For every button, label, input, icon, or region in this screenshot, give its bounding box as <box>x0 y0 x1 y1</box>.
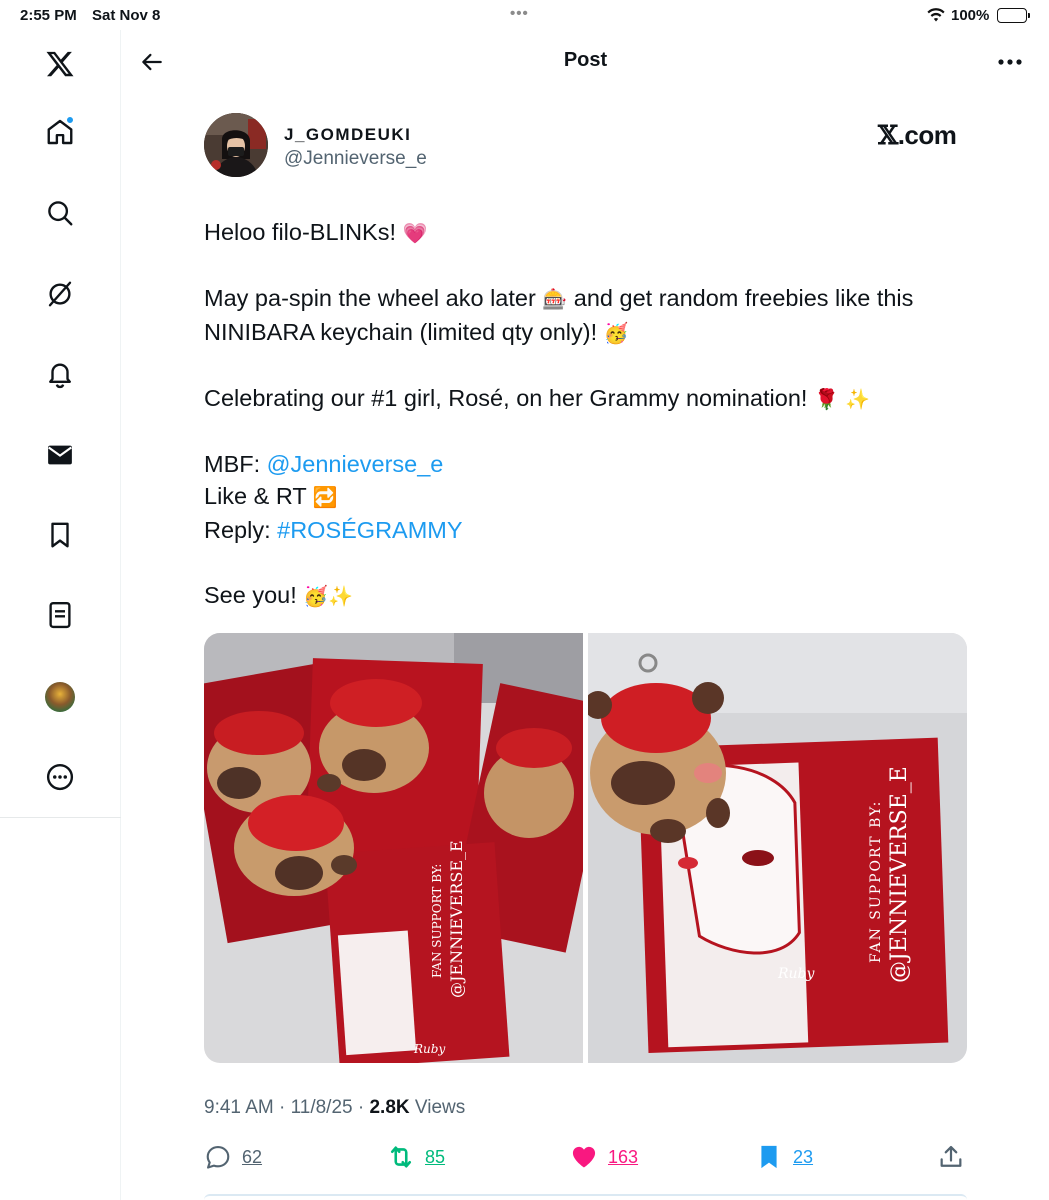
more-horizontal-icon <box>998 59 1022 65</box>
sparkles-emoji-icon: ✨ <box>845 386 871 411</box>
battery-icon <box>997 8 1030 23</box>
author-name[interactable]: J_GOMDEUKI <box>284 125 411 145</box>
card-handle-text: @JENNIEVERSE_E <box>887 766 912 983</box>
repost-button[interactable]: 85 <box>387 1140 445 1174</box>
status-date: Sat Nov 8 <box>92 7 161 24</box>
card-text: FAN SUPPORT BY: <box>868 800 884 963</box>
grok-icon[interactable] <box>40 274 80 314</box>
author-handle[interactable]: @Jennieverse_e <box>284 148 427 170</box>
reply-button[interactable]: 62 <box>204 1140 262 1174</box>
like-rt-text: Like & RT <box>204 483 313 509</box>
text-line: See you! <box>204 581 304 608</box>
notification-dot <box>66 116 74 124</box>
mention-link[interactable]: @Jennieverse_e <box>267 451 444 477</box>
text-line: Celebrating our #1 girl, Rosé, on her Gr… <box>204 384 814 411</box>
multitasking-dots-icon[interactable]: ••• <box>510 5 529 22</box>
views-label: Views <box>409 1097 466 1118</box>
source-label: 𝕏.com <box>878 120 957 151</box>
like-count: 163 <box>608 1146 639 1167</box>
home-icon[interactable] <box>40 112 80 152</box>
reply-icon <box>206 1146 230 1169</box>
post-header: Post <box>122 30 1049 92</box>
mbf-label: MBF: <box>204 450 267 477</box>
wifi-icon <box>926 7 946 27</box>
party-face-emoji-icon: 🥳 <box>303 583 329 608</box>
text-line: May pa-spin the wheel ako later <box>204 285 543 311</box>
lists-icon[interactable] <box>40 595 80 635</box>
more-circle-icon[interactable] <box>40 757 80 797</box>
text-line: NINIBARA keychain (limited qty only)! <box>204 318 604 345</box>
heart-emoji-icon: 💗 <box>402 221 428 245</box>
rose-emoji-icon: 🌹 <box>813 386 839 411</box>
tweet-text: Heloo filo-BLINKs! 💗 May pa-spin the whe… <box>204 216 964 645</box>
status-bar: 2:55 PM Sat Nov 8 ••• 100% <box>0 0 1049 30</box>
tweet-media: FAN SUPPORT BY: @JENNIEVERSE_E Ruby FAN … <box>204 633 967 1063</box>
slot-machine-emoji-icon: 🎰 <box>542 287 568 311</box>
profile-avatar[interactable] <box>40 677 80 717</box>
card-text: FAN SUPPORT BY: <box>430 864 444 978</box>
sparkles-emoji-icon: ✨ <box>328 583 354 608</box>
share-icon <box>940 1145 962 1167</box>
bookmark-filled-icon <box>761 1145 777 1169</box>
page-title: Post <box>563 49 608 71</box>
author-avatar[interactable] <box>204 113 268 177</box>
bookmark-icon[interactable] <box>40 515 80 555</box>
tweet-actions: 62 85 163 23 <box>204 1140 967 1174</box>
share-button[interactable] <box>937 1140 965 1174</box>
tweet-meta: 9:41 AM · 11/8/25 · 2.8K Views <box>204 1097 465 1119</box>
source-domain: .com <box>897 120 957 150</box>
reply-count: 62 <box>242 1146 263 1167</box>
reply-composer-edge <box>204 1194 967 1200</box>
repost-count: 85 <box>425 1146 446 1167</box>
sidebar <box>0 30 121 1200</box>
views-count: 2.8K <box>369 1097 410 1118</box>
like-button[interactable]: 163 <box>570 1140 638 1174</box>
x-logo-icon[interactable] <box>40 44 80 84</box>
more-button[interactable] <box>994 48 1026 76</box>
bookmark-count: 23 <box>793 1146 814 1167</box>
signature-text: Ruby <box>777 966 816 982</box>
text-line: Heloo filo-BLINKs! <box>204 219 403 245</box>
media-image-2[interactable]: FAN SUPPORT BY: @JENNIEVERSE_E Ruby <box>588 633 967 1063</box>
card-handle-text: @JENNIEVERSE_E <box>447 840 466 998</box>
tweet-timestamp[interactable]: 9:41 AM · 11/8/25 · <box>204 1097 369 1118</box>
status-time: 2:55 PM <box>20 7 77 24</box>
bell-icon[interactable] <box>40 354 80 394</box>
text-line: and get random freebies like this <box>567 285 914 311</box>
heart-filled-icon <box>572 1146 596 1168</box>
sidebar-divider <box>0 817 121 818</box>
hashtag-link[interactable]: #ROSÉGRAMMY <box>277 517 462 543</box>
party-face-emoji-icon: 🥳 <box>603 320 629 345</box>
reply-label: Reply: <box>204 516 278 543</box>
repost-icon <box>390 1146 412 1168</box>
mail-icon[interactable] <box>40 435 80 475</box>
signature-text: Ruby <box>413 1042 445 1056</box>
x-brand-glyph: 𝕏 <box>878 121 898 151</box>
repeat-emoji-icon: 🔁 <box>312 485 338 509</box>
battery-percent: 100% <box>951 7 990 24</box>
bookmark-button[interactable]: 23 <box>755 1140 813 1174</box>
media-image-1[interactable]: FAN SUPPORT BY: @JENNIEVERSE_E Ruby <box>204 633 583 1063</box>
search-icon[interactable] <box>40 193 80 233</box>
